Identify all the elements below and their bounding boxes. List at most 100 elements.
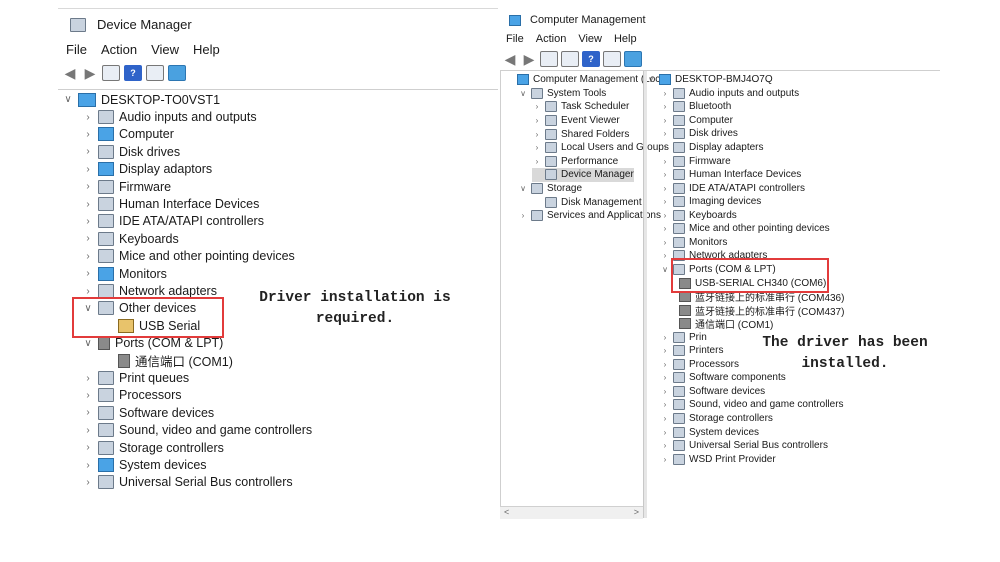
chevron-right-icon[interactable]: › [82,199,94,210]
tree-item-ide-ata-atapi-controllers[interactable]: › IDE ATA/ATAPI controllers [82,213,264,230]
tree-item-audio-inputs-and-outputs[interactable]: › Audio inputs and outputs [660,87,799,101]
chevron-right-icon[interactable]: › [660,184,670,193]
tree-item-audio-inputs-and-outputs[interactable]: › Audio inputs and outputs [82,108,257,125]
tree-item-bluetooth[interactable]: › Bluetooth [660,100,731,114]
tree-item-software-devices[interactable]: › Software devices [660,385,765,399]
forward-arrow-icon[interactable]: ▶ [521,52,537,66]
menu-file[interactable]: File [506,33,524,45]
chevron-right-icon[interactable]: › [660,346,670,355]
chevron-right-icon[interactable]: › [660,170,670,179]
chevron-down-icon[interactable]: ∨ [660,265,670,274]
tree-item-human-interface-devices[interactable]: › Human Interface Devices [660,168,801,182]
forward-arrow-icon[interactable]: ▶ [82,66,98,80]
tree-root[interactable]: ∨ DESKTOP-TO0VST1 [62,91,220,108]
up-folder-icon[interactable] [540,51,558,67]
chevron-right-icon[interactable]: › [82,164,94,175]
tree-item-com1[interactable]: 通信端口 (COM1) [676,317,773,331]
chevron-right-icon[interactable]: › [532,157,542,166]
chevron-right-icon[interactable]: › [660,400,670,409]
menu-help[interactable]: Help [614,33,637,45]
tree-item-imaging-devices[interactable]: › Imaging devices [660,195,761,209]
tree-item-storage-controllers[interactable]: › Storage controllers [82,439,224,456]
chevron-right-icon[interactable]: › [532,130,542,139]
chevron-right-icon[interactable]: › [660,441,670,450]
chevron-right-icon[interactable]: › [82,216,94,227]
chevron-right-icon[interactable]: › [82,129,94,140]
tree-item-com1[interactable]: 通信端口 (COM1) [114,352,233,369]
chevron-right-icon[interactable]: › [82,181,94,192]
chevron-right-icon[interactable]: › [82,146,94,157]
chevron-down-icon[interactable]: ∨ [82,338,94,349]
scan-hardware-icon[interactable] [168,65,186,81]
console-item-event-viewer[interactable]: › Event Viewer [532,114,620,128]
tree-item-firmware[interactable]: › Firmware [82,178,171,195]
chevron-right-icon[interactable]: › [660,455,670,464]
tree-item-processors[interactable]: › Processors [660,358,739,372]
chevron-right-icon[interactable]: › [660,143,670,152]
tree-item-computer[interactable]: › Computer [82,126,174,143]
chevron-right-icon[interactable]: › [82,425,94,436]
tree-item-mice-and-other-pointing-devices[interactable]: › Mice and other pointing devices [82,248,295,265]
tree-item-human-interface-devices[interactable]: › Human Interface Devices [82,195,259,212]
tree-item-keyboards[interactable]: › Keyboards [660,209,737,223]
chevron-right-icon[interactable]: › [82,407,94,418]
show-hide-icon[interactable] [603,51,621,67]
chevron-right-icon[interactable]: › [82,460,94,471]
properties-icon[interactable] [561,51,579,67]
chevron-right-icon[interactable]: › [82,112,94,123]
chevron-right-icon[interactable]: › [82,286,94,297]
chevron-right-icon[interactable]: › [532,102,542,111]
console-item-shared-folders[interactable]: › Shared Folders [532,127,629,141]
chevron-right-icon[interactable]: › [660,360,670,369]
tree-item-system-devices[interactable]: › System devices [82,456,207,473]
console-item-services-and-applications[interactable]: › Services and Applications [518,209,661,223]
chevron-right-icon[interactable]: › [660,251,670,260]
chevron-down-icon[interactable]: ∨ [518,184,528,193]
chevron-right-icon[interactable]: › [660,89,670,98]
tree-item-ide-ata-atapi-controllers[interactable]: › IDE ATA/ATAPI controllers [660,181,805,195]
show-hide-icon[interactable] [146,65,164,81]
chevron-right-icon[interactable]: › [660,333,670,342]
tree-item-universal-serial-bus-controllers[interactable]: › Universal Serial Bus controllers [660,439,828,453]
chevron-right-icon[interactable]: › [660,102,670,111]
tree-item-mice-and-other-pointing-devices[interactable]: › Mice and other pointing devices [660,222,830,236]
tree-item-monitors[interactable]: › Monitors [660,236,727,250]
horizontal-scrollbar[interactable]: < > [500,506,643,519]
tree-item-monitors[interactable]: › Monitors [82,265,167,282]
tree-root[interactable]: ∨ DESKTOP-BMJ4O7Q [646,73,773,87]
tree-item-sound-video-and-game-controllers[interactable]: › Sound, video and game controllers [82,422,312,439]
chevron-right-icon[interactable]: › [82,373,94,384]
chevron-right-icon[interactable]: › [660,116,670,125]
chevron-right-icon[interactable]: › [82,251,94,262]
properties-icon[interactable] [102,65,120,81]
chevron-right-icon[interactable]: › [660,211,670,220]
chevron-right-icon[interactable]: › [660,428,670,437]
tree-item-universal-serial-bus-controllers[interactable]: › Universal Serial Bus controllers [82,474,293,491]
chevron-right-icon[interactable]: › [660,238,670,247]
chevron-right-icon[interactable]: › [660,157,670,166]
console-item-device-manager[interactable]: Device Manager [532,168,634,182]
menu-help[interactable]: Help [193,42,220,57]
console-item-local-users-and-groups[interactable]: › Local Users and Groups [532,141,669,155]
menu-view[interactable]: View [151,42,179,57]
help-icon[interactable]: ? [124,65,142,81]
tree-item-disk-drives[interactable]: › Disk drives [82,143,180,160]
chevron-right-icon[interactable]: › [82,233,94,244]
help-icon[interactable]: ? [582,51,600,67]
scan-hardware-icon[interactable] [624,51,642,67]
tree-item-processors[interactable]: › Processors [82,387,182,404]
tree-item-software-devices[interactable]: › Software devices [82,404,214,421]
tree-item-computer[interactable]: › Computer [660,114,733,128]
chevron-right-icon[interactable]: › [660,197,670,206]
tree-item-keyboards[interactable]: › Keyboards [82,230,179,247]
pane-splitter[interactable] [643,71,647,518]
tree-item-storage-controllers[interactable]: › Storage controllers [660,412,773,426]
tree-item-print-queues[interactable]: › Print queues [82,369,189,386]
console-item-disk-management[interactable]: Disk Management [532,195,642,209]
chevron-down-icon[interactable]: ∨ [646,75,656,84]
tree-item-com437[interactable]: 蓝牙链接上的标准串行 (COM437) [676,303,844,318]
menu-action[interactable]: Action [101,42,137,57]
back-arrow-icon[interactable]: ◀ [62,66,78,80]
menu-action[interactable]: Action [536,33,567,45]
console-item-performance[interactable]: › Performance [532,155,618,169]
